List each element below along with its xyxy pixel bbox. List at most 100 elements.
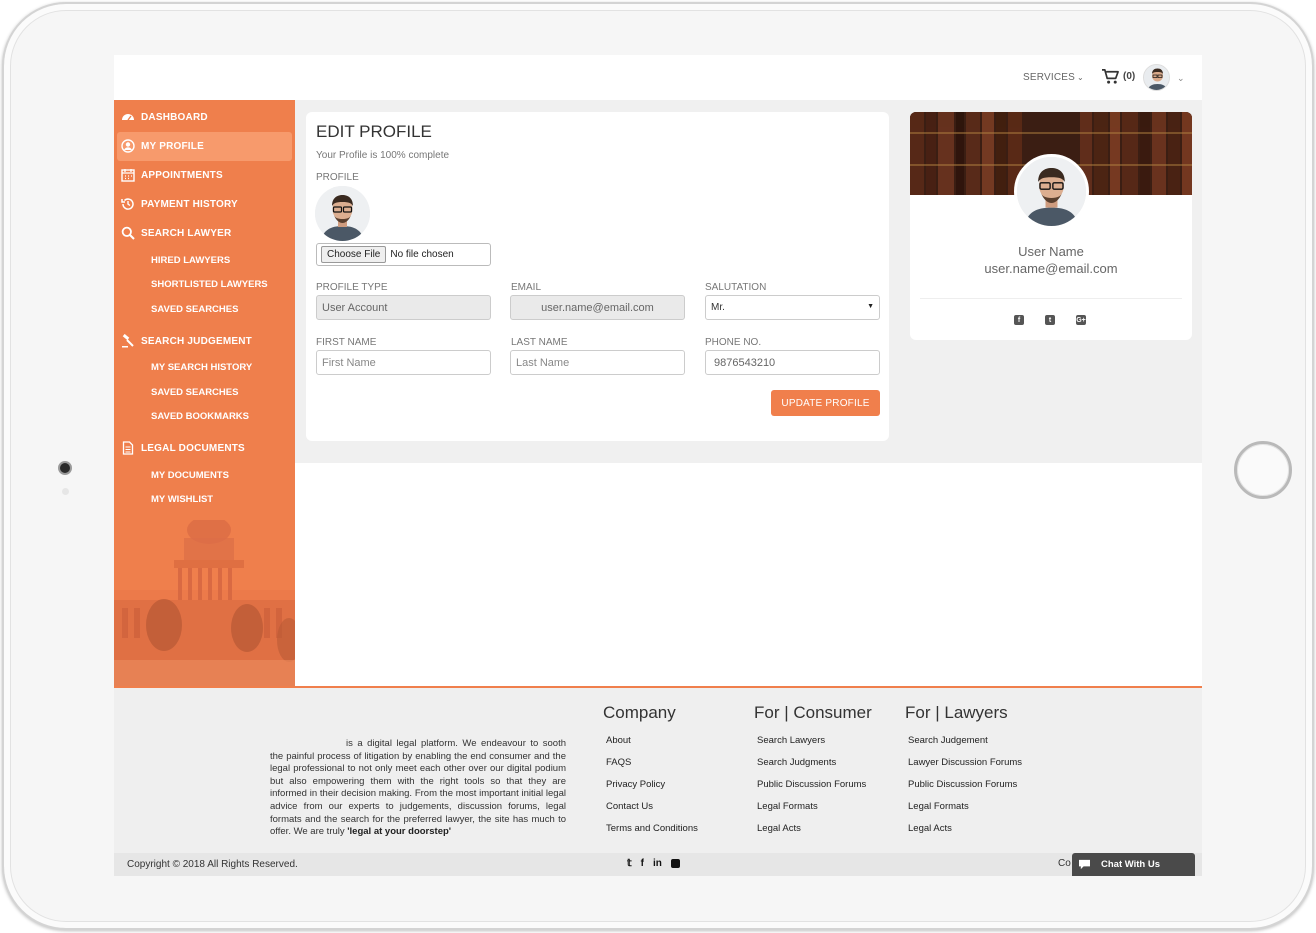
footer-link[interactable]: Public Discussion Forums [754,779,872,801]
sidebar-item-label: MY PROFILE [141,141,204,152]
sidebar-item-dashboard[interactable]: DASHBOARD [114,103,295,132]
sidebar-item-search-judgement[interactable]: SEARCH JUDGEMENT [114,327,295,356]
page-title: EDIT PROFILE [316,122,432,141]
calendar-icon [121,168,135,182]
sidebar-subitem-label: SHORTLISTED LAWYERS [151,279,268,291]
footer-link[interactable]: Privacy Policy [603,779,698,801]
sidebar-subitem-label: SAVED BOOKMARKS [151,411,249,423]
footer-link[interactable]: FAQS [603,757,698,779]
sidebar-subitem-saved-searches[interactable]: SAVED SEARCHES [114,297,295,322]
summary-user-email: user.name@email.com [984,261,1118,276]
facebook-icon[interactable]: f [1014,315,1024,325]
sidebar-subitem-saved-searches[interactable]: SAVED SEARCHES [114,380,295,405]
chevron-down-icon: ⌄ [1077,73,1084,82]
avatar-person-icon [1144,65,1169,90]
file-status-text: No file chosen [390,249,454,260]
profile-type-field: User Account [316,295,491,320]
sidebar-subitem-label: MY WISHLIST [151,494,214,506]
footer-link[interactable]: Legal Formats [905,801,1022,823]
sidebar-item-my-profile[interactable]: MY PROFILE [117,132,292,161]
cart-button[interactable]: (0) [1101,68,1135,85]
profile-photo-file-input[interactable]: Choose File No file chosen [316,243,491,266]
sidebar-subitem-hired-lawyers[interactable]: HIRED LAWYERS [114,248,295,273]
summary-person-icon [1017,157,1086,226]
footer-link[interactable]: Contact Us [603,801,698,823]
footer-link[interactable]: Legal Acts [905,823,1022,845]
sidebar-item-label: LEGAL DOCUMENTS [141,443,245,454]
sidebar-subitem-label: SAVED SEARCHES [151,386,239,398]
footer-link[interactable]: About [603,735,698,757]
flickr-icon[interactable] [670,859,680,868]
profile-photo [315,186,370,241]
sidebar-subitem-label: MY SEARCH HISTORY [151,362,253,374]
phone-label: PHONE NO. [705,337,762,348]
last-name-input[interactable]: Last Name [510,350,685,375]
sidebar-item-label: SEARCH LAWYER [141,228,232,239]
sidebar-subitem-saved-bookmarks[interactable]: SAVED BOOKMARKS [114,405,295,430]
twitter-icon[interactable]: 𝕥 [627,858,632,869]
footer-link[interactable]: Search Judgments [754,757,872,779]
profile-type-label: PROFILE TYPE [316,282,388,293]
sidebar-subitem-my-wishlist[interactable]: MY WISHLIST [114,488,295,513]
email-label: EMAIL [511,282,542,293]
screen: SERVICES ⌄ (0) ⌄ DASHBOARD MY PROFILE AP… [114,55,1202,876]
chevron-down-icon[interactable]: ⌄ [1177,73,1185,84]
footer-column-for-lawyers: For | Lawyers Search Judgement Lawyer Disc… [905,703,1022,845]
sidebar-item-legal-documents[interactable]: LEGAL DOCUMENTS [114,434,295,463]
sidebar-item-payment-history[interactable]: PAYMENT HISTORY [114,190,295,219]
footer-column-company: Company About FAQS Privacy Policy Contact Us… [603,703,698,845]
google-plus-icon[interactable]: G+ [1076,315,1086,325]
linkedin-icon[interactable]: in [653,858,662,869]
footer-column-heading: For | Lawyers [905,703,1008,722]
sidebar-item-appointments[interactable]: APPOINTMENTS [114,161,295,190]
sensor-dot [62,488,69,495]
cart-icon [1102,69,1119,84]
sidebar-subitem-shortlisted-lawyers[interactable]: SHORTLISTED LAWYERS [114,273,295,298]
first-name-input[interactable]: First Name [316,350,491,375]
first-name-label: FIRST NAME [316,337,377,348]
sidebar-item-search-lawyer[interactable]: SEARCH LAWYER [114,219,295,248]
footer-link[interactable]: Legal Acts [754,823,872,845]
profile-summary-card: User Name user.name@email.com f t G+ [910,112,1192,340]
update-profile-button[interactable]: UPDATE PROFILE [771,390,880,416]
chat-with-us-button[interactable]: Chat With Us [1072,853,1195,876]
top-navigation: SERVICES ⌄ (0) ⌄ [114,55,1202,100]
last-name-label: LAST NAME [511,337,568,348]
services-label: SERVICES [1023,72,1075,83]
footer: is a digital legal platform. We endeavou… [114,688,1202,876]
user-avatar[interactable] [1143,64,1170,91]
profile-person-icon [315,186,370,241]
footer-column-for-consumer: For | Consumer Search Lawyers Search Judgm… [754,703,872,845]
facebook-icon[interactable]: f [641,858,644,869]
sidebar-subitem-my-search-history[interactable]: MY SEARCH HISTORY [114,356,295,381]
sidebar-subitem-label: HIRED LAWYERS [151,254,231,266]
choose-file-button[interactable]: Choose File [321,246,387,263]
services-menu[interactable]: SERVICES ⌄ [1023,72,1084,83]
sidebar-subitem-label: SAVED SEARCHES [151,303,239,315]
twitter-icon[interactable]: t [1045,315,1055,325]
sidebar: DASHBOARD MY PROFILE APPOINTMENTS PAYMEN… [114,100,295,688]
salutation-select[interactable]: Mr. ▼ [705,295,880,320]
sidebar-item-label: DASHBOARD [141,112,208,123]
sidebar-item-label: PAYMENT HISTORY [141,199,238,210]
footer-link[interactable]: Search Judgement [905,735,1022,757]
history-icon [121,197,135,211]
cart-count: (0) [1123,71,1136,82]
about-tagline: 'legal at your doorstep' [347,826,452,838]
footer-about-text: is a digital legal platform. We endeavou… [270,738,566,839]
phone-input[interactable]: 9876543210 [705,350,880,375]
sidebar-subitem-my-documents[interactable]: MY DOCUMENTS [114,463,295,488]
document-icon [121,441,135,455]
footer-link[interactable]: Public Discussion Forums [905,779,1022,801]
camera-icon [58,461,72,475]
footer-link[interactable]: Lawyer Discussion Forums [905,757,1022,779]
home-button[interactable] [1234,441,1292,499]
footer-link[interactable]: Search Lawyers [754,735,872,757]
gavel-icon [121,333,135,348]
sidebar-item-label: APPOINTMENTS [141,170,223,181]
footer-link[interactable]: Terms and Conditions [603,823,698,845]
profile-completion-text: Your Profile is 100% complete [316,150,450,161]
footer-bottom-bar: Copyright © 2018 All Rights Reserved. 𝕥 … [114,853,1202,876]
cookie-notice-text: Co [1058,858,1071,869]
footer-link[interactable]: Legal Formats [754,801,872,823]
